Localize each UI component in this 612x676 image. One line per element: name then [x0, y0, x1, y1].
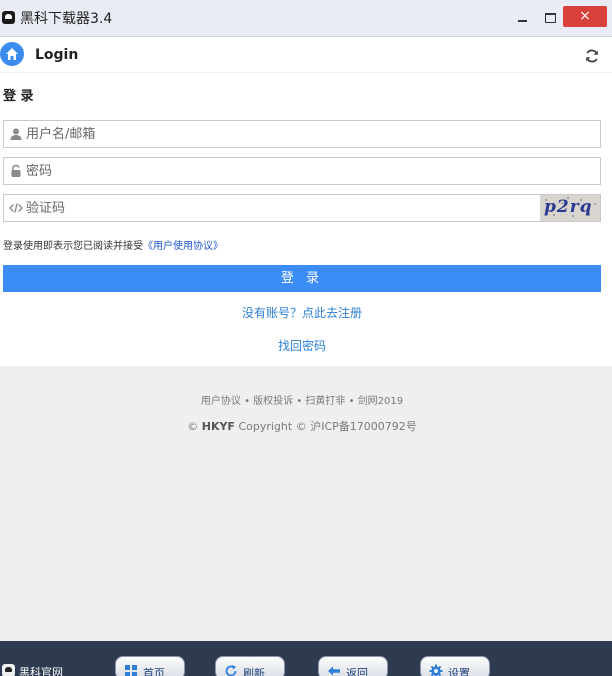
home-nav-label: 首页: [143, 667, 165, 676]
settings-nav-label: 设置: [448, 667, 470, 676]
username-field: [3, 120, 601, 148]
back-nav-label: 返回: [346, 667, 368, 676]
minimize-button[interactable]: [510, 6, 536, 28]
bottom-toolbar: 黑科官网 首页 刷新 返回 设置: [0, 641, 612, 676]
captcha-field: p2rq: [3, 194, 601, 222]
title-bar: 黑科下载器3.4 ×: [0, 0, 612, 37]
agreement-notice: 登录使用即表示您已阅读并接受《用户使用协议》: [3, 237, 223, 252]
site-icon: [2, 664, 15, 676]
grid-icon: [125, 665, 137, 676]
app-icon: [2, 11, 15, 24]
password-input[interactable]: [26, 160, 536, 182]
username-input[interactable]: [26, 123, 536, 145]
register-link[interactable]: 没有账号？点此去注册: [0, 304, 604, 321]
forgot-password-link[interactable]: 找回密码: [0, 337, 604, 354]
password-field: [3, 157, 601, 185]
back-nav-button[interactable]: 返回: [318, 656, 388, 676]
copyright-text: Copyright © 沪ICP备17000792号: [238, 420, 417, 433]
footer-copyright: © HKYF Copyright © 沪ICP备17000792号: [0, 418, 604, 434]
home-icon: [6, 48, 18, 60]
user-icon: [10, 128, 22, 140]
refresh-icon: [225, 665, 237, 676]
login-card: Login 登 录 用户名/邮箱 验证码 p2rq 登录使用即表示您已阅读并接受…: [0, 37, 612, 366]
code-icon: [9, 203, 23, 213]
close-button[interactable]: ×: [563, 6, 607, 27]
maximize-button[interactable]: [538, 6, 562, 28]
settings-nav-button[interactable]: 设置: [420, 656, 490, 676]
lock-icon: [11, 164, 21, 177]
refresh-nav-label: 刷新: [243, 667, 265, 676]
home-nav-button[interactable]: 首页: [115, 656, 185, 676]
home-button[interactable]: [0, 42, 24, 66]
copyright-symbol: ©: [187, 420, 199, 433]
login-section-title: 登 录: [3, 89, 34, 104]
captcha-image[interactable]: p2rq: [540, 195, 600, 221]
login-button[interactable]: 登 录: [3, 265, 601, 292]
official-site-link[interactable]: 黑科官网: [19, 664, 63, 676]
refresh-nav-button[interactable]: 刷新: [215, 656, 285, 676]
footer-links: 用户协议 • 版权投诉 • 扫黄打非 • 剑网2019: [200, 396, 404, 407]
refresh-icon[interactable]: [584, 48, 600, 64]
page-header: Login: [0, 37, 612, 73]
page-title: Login: [35, 47, 79, 63]
brand-name: HKYF: [201, 420, 235, 433]
agreement-text: 登录使用即表示您已阅读并接受: [3, 241, 143, 252]
back-arrow-icon: [328, 666, 340, 676]
captcha-text: p2rq: [544, 197, 593, 217]
gear-icon: [429, 664, 443, 676]
window-title: 黑科下载器3.4: [20, 11, 113, 27]
agreement-link[interactable]: 《用户使用协议》: [143, 241, 223, 252]
captcha-input[interactable]: [26, 197, 536, 219]
